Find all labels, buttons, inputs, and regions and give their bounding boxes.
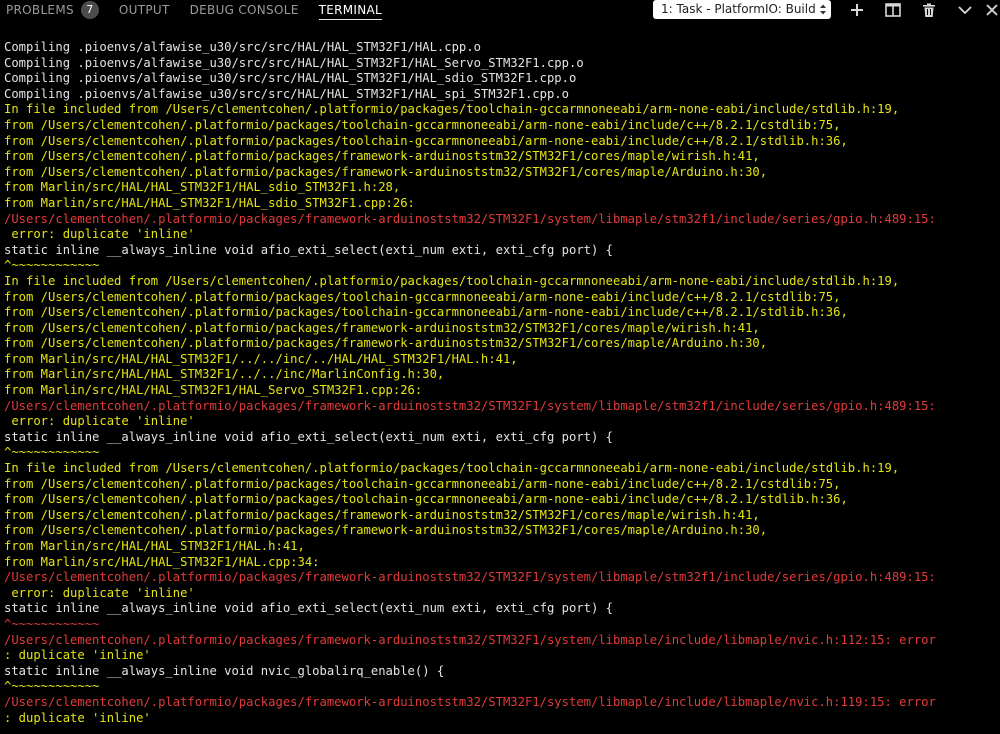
tab-debug-console[interactable]: DEBUG CONSOLE: [190, 0, 299, 20]
new-terminal-button[interactable]: [846, 0, 868, 20]
terminal-line: /Users/clementcohen/.platformio/packages…: [4, 398, 936, 413]
terminal-line: from Marlin/src/HAL/HAL_STM32F1/HAL.h:41…: [4, 539, 305, 553]
terminal-line: from /Users/clementcohen/.platformio/pac…: [4, 492, 848, 507]
terminal-line: from /Users/clementcohen/.platformio/pac…: [4, 476, 841, 491]
terminal-line: ^~~~~~~~~~~~~: [4, 445, 100, 460]
terminal-line: from /Users/clementcohen/.platformio/pac…: [4, 320, 760, 335]
terminal-line: /Users/clementcohen/.platformio/packages…: [4, 570, 936, 585]
split-terminal-button[interactable]: [882, 0, 904, 20]
trash-icon: [923, 3, 935, 17]
terminal-line: from /Users/clementcohen/.platformio/pac…: [4, 133, 848, 148]
terminal-line: error: duplicate 'inline': [4, 414, 195, 429]
panel-tabs: PROBLEMS 7 OUTPUT DEBUG CONSOLE TERMINAL: [0, 0, 396, 20]
terminal-output[interactable]: Compiling .pioenvs/alfawise_u30/src/src/…: [4, 40, 1000, 726]
terminal-line: /Users/clementcohen/.platformio/packages…: [4, 694, 936, 709]
problems-count-badge: 7: [80, 1, 99, 19]
terminal-line: In file included from /Users/clementcohe…: [4, 273, 900, 288]
terminal-line: static inline __always_inline void afio_…: [4, 429, 614, 444]
tab-output-label: OUTPUT: [118, 3, 170, 17]
terminal-line: ^~~~~~~~~~~~~: [4, 679, 100, 694]
terminal-line: error: duplicate 'inline': [4, 585, 195, 600]
close-panel-button[interactable]: [986, 0, 1000, 20]
terminal-line: In file included from /Users/clementcohe…: [4, 102, 900, 117]
terminal-line: Compiling .pioenvs/alfawise_u30/src/src/…: [4, 86, 569, 101]
terminal-line: from Marlin/src/HAL/HAL_STM32F1/../../in…: [4, 351, 518, 366]
terminal-line: from Marlin/src/HAL/HAL_STM32F1/HAL_sdio…: [4, 180, 401, 195]
terminal-task-select[interactable]: 1: Task - PlatformIO: Build: [653, 0, 831, 19]
tab-debug-console-label: DEBUG CONSOLE: [189, 3, 299, 17]
terminal-line: from /Users/clementcohen/.platformio/pac…: [4, 117, 841, 132]
terminal-line: from Marlin/src/HAL/HAL_STM32F1/HAL_Serv…: [4, 383, 423, 398]
terminal-line: Compiling .pioenvs/alfawise_u30/src/src/…: [4, 40, 481, 54]
terminal-line: ^~~~~~~~~~~~~: [4, 258, 100, 273]
terminal-line: from Marlin/src/HAL/HAL_STM32F1/HAL.cpp:…: [4, 554, 320, 569]
plus-icon: [851, 4, 863, 16]
terminal-line: : duplicate 'inline': [4, 710, 151, 725]
maximize-panel-button[interactable]: [954, 0, 976, 20]
tab-terminal-label: TERMINAL: [318, 2, 383, 17]
tab-output[interactable]: OUTPUT: [119, 0, 170, 20]
panel-header: PROBLEMS 7 OUTPUT DEBUG CONSOLE TERMINAL…: [0, 0, 1000, 20]
terminal-line: static inline __always_inline void afio_…: [4, 601, 614, 616]
terminal-line: static inline __always_inline void afio_…: [4, 242, 614, 257]
select-updown-icon: [820, 4, 826, 15]
terminal-line: static inline __always_inline void nvic_…: [4, 663, 445, 678]
tab-problems[interactable]: PROBLEMS 7: [6, 0, 99, 20]
tab-problems-label: PROBLEMS: [6, 3, 74, 17]
terminal-line: from /Users/clementcohen/.platformio/pac…: [4, 336, 768, 351]
terminal-line: from /Users/clementcohen/.platformio/pac…: [4, 164, 768, 179]
close-icon: [986, 4, 998, 16]
terminal-line: from /Users/clementcohen/.platformio/pac…: [4, 305, 848, 320]
terminal-line: from /Users/clementcohen/.platformio/pac…: [4, 149, 760, 164]
split-terminal-icon: [885, 3, 901, 17]
terminal-line: : duplicate 'inline': [4, 648, 151, 663]
terminal-line: from /Users/clementcohen/.platformio/pac…: [4, 523, 768, 538]
terminal-line: from Marlin/src/HAL/HAL_STM32F1/../../in…: [4, 367, 445, 382]
terminal-line: error: duplicate 'inline': [4, 227, 195, 242]
terminal-line: In file included from /Users/clementcohe…: [4, 461, 900, 476]
terminal-line: from /Users/clementcohen/.platformio/pac…: [4, 289, 841, 304]
kill-terminal-button[interactable]: [918, 0, 940, 20]
terminal-line: from /Users/clementcohen/.platformio/pac…: [4, 507, 760, 522]
terminal-line: Compiling .pioenvs/alfawise_u30/src/src/…: [4, 55, 584, 70]
terminal-line: /Users/clementcohen/.platformio/packages…: [4, 211, 936, 226]
task-select-value: 1: Task - PlatformIO: Build: [661, 2, 816, 16]
terminal-line: ^~~~~~~~~~~~~: [4, 616, 100, 631]
terminal-line: from Marlin/src/HAL/HAL_STM32F1/HAL_sdio…: [4, 195, 415, 210]
terminal-line: Compiling .pioenvs/alfawise_u30/src/src/…: [4, 71, 577, 86]
chevron-down-icon: [958, 6, 972, 15]
terminal-line: /Users/clementcohen/.platformio/packages…: [4, 632, 936, 647]
tab-terminal[interactable]: TERMINAL: [318, 0, 383, 20]
